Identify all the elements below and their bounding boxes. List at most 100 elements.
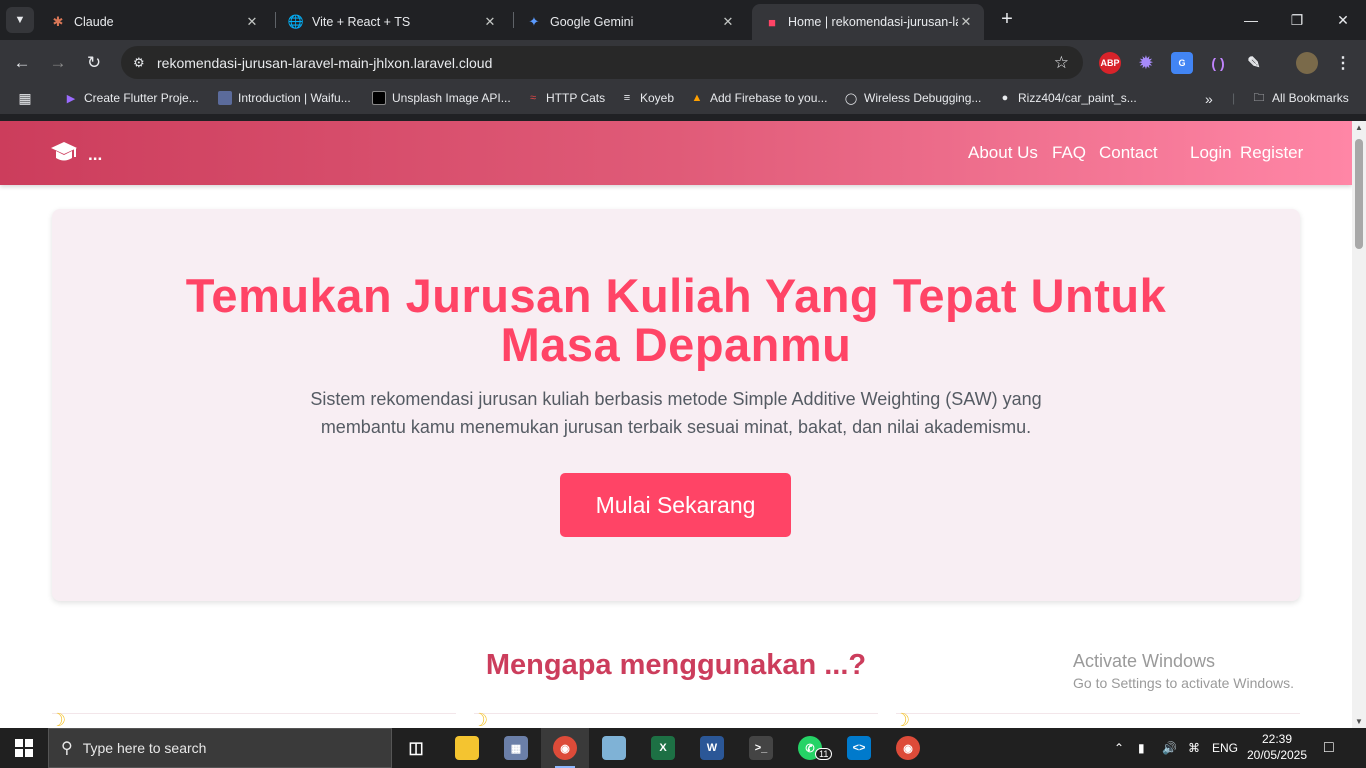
language-indicator[interactable]: ENG — [1212, 728, 1238, 768]
scroll-up-icon[interactable]: ▲ — [1355, 123, 1363, 132]
arrow-right-icon: → — [49, 53, 67, 72]
bookmark-item[interactable]: ▶ Create Flutter Proje... — [64, 91, 199, 105]
close-icon[interactable]: ✕ — [482, 14, 498, 30]
terminal-button[interactable]: >_ — [737, 728, 785, 768]
whatsapp-button[interactable]: ✆ 11 — [786, 728, 834, 768]
nav-about-us[interactable]: About Us — [968, 143, 1038, 163]
tray-overflow-icon[interactable]: ⌃ — [1114, 728, 1124, 768]
tab-home-active[interactable]: ■ Home | rekomendasi-jurusan-la ✕ — [752, 4, 984, 40]
bookmark-item[interactable]: ◯ Wireless Debugging... — [844, 91, 982, 105]
site-info-icon[interactable]: ⚙ — [133, 55, 153, 71]
restore-button[interactable]: ❐ — [1274, 6, 1320, 34]
battery-icon[interactable]: ▮ — [1138, 728, 1145, 768]
bracket-extension-icon[interactable]: ( ) — [1207, 52, 1229, 74]
bookmark-star-icon[interactable]: ☆ — [1054, 53, 1069, 73]
lightbulb-icon: ☽ — [894, 710, 911, 728]
koyeb-icon: ≡ — [623, 92, 631, 104]
notification-center-icon[interactable]: □ — [1324, 728, 1334, 768]
nav-register[interactable]: Register — [1240, 143, 1303, 163]
firebase-icon: ▲ — [691, 92, 703, 104]
close-icon[interactable]: ✕ — [244, 14, 260, 30]
windows-logo-icon — [15, 739, 33, 757]
new-tab-button[interactable]: + — [996, 8, 1018, 32]
adblock-icon[interactable]: ABP — [1099, 52, 1121, 74]
bookmark-item[interactable]: Unsplash Image API... — [372, 91, 511, 105]
page-scrollbar[interactable]: ▲ ▼ — [1352, 121, 1366, 728]
folder-icon — [455, 736, 479, 760]
excel-button[interactable]: X — [639, 728, 687, 768]
start-now-button[interactable]: Mulai Sekarang — [560, 473, 791, 537]
nav-contact[interactable]: Contact — [1099, 143, 1158, 163]
bookmark-item[interactable]: ● Rizz404/car_paint_s... — [998, 91, 1137, 105]
all-bookmarks-button[interactable]: 🗀 All Bookmarks — [1252, 91, 1349, 105]
lightbulb-icon: ☽ — [472, 710, 489, 728]
translate-icon[interactable]: G — [1171, 52, 1193, 74]
vscode-button[interactable]: <> — [835, 728, 883, 768]
address-bar[interactable]: ⚙ rekomendasi-jurusan-laravel-main-jhlxo… — [121, 46, 1083, 79]
tab-claude[interactable]: ✱ Claude ✕ — [38, 4, 270, 40]
apps-grid-icon[interactable]: ▦ — [18, 90, 38, 106]
hero-subtitle-line: membantu kamu menemukan jurusan terbaik … — [320, 417, 1032, 437]
forward-button[interactable]: → — [45, 50, 71, 76]
menu-dots-icon[interactable]: ⋮ — [1332, 52, 1354, 74]
bookmark-item[interactable]: ≈ HTTP Cats — [526, 91, 605, 105]
start-button[interactable] — [0, 728, 48, 768]
tab-gemini[interactable]: ✦ Google Gemini ✕ — [514, 4, 746, 40]
vscode-icon: <> — [847, 736, 871, 760]
feature-card: ☽ — [894, 710, 1300, 728]
chrome-taskbar-button[interactable]: ◉ — [541, 728, 589, 768]
bookmarks-overflow-icon[interactable]: » — [1205, 91, 1213, 107]
wifi-icon[interactable]: ⌘ — [1188, 728, 1200, 768]
bookmarks-bar: ▦ ▶ Create Flutter Proje... Introduction … — [0, 86, 1366, 114]
bookmark-label: Rizz404/car_paint_s... — [1018, 91, 1137, 105]
close-window-button[interactable]: ✕ — [1320, 6, 1366, 34]
reload-button[interactable]: ↻ — [81, 50, 107, 76]
file-explorer-button[interactable] — [443, 728, 491, 768]
tab-title: Google Gemini — [550, 15, 634, 29]
nav-faq[interactable]: FAQ — [1052, 143, 1086, 163]
bookmark-label: Introduction | Waifu... — [238, 91, 351, 105]
profile-avatar[interactable] — [1296, 52, 1318, 74]
gear-extension-icon[interactable]: ✹ — [1135, 52, 1157, 74]
system-clock[interactable]: 22:39 20/05/2025 — [1244, 731, 1310, 763]
adblock-label: ABP — [1100, 58, 1120, 68]
hero-title-line: Temukan Jurusan Kuliah Yang Tepat Untuk — [185, 269, 1167, 322]
unsplash-icon — [372, 91, 386, 105]
back-button[interactable]: ← — [9, 50, 35, 76]
nav-login[interactable]: Login — [1190, 143, 1232, 163]
url-text[interactable]: rekomendasi-jurusan-laravel-main-jhlxon.… — [157, 55, 492, 71]
taskbar-search-box[interactable]: ⚲ Type here to search — [48, 728, 392, 768]
tab-vite[interactable]: 🌐 Vite + React + TS ✕ — [276, 4, 508, 40]
word-button[interactable]: W — [688, 728, 736, 768]
extensions-puzzle-icon[interactable]: ✎ — [1243, 52, 1265, 74]
lightbulb-icon: ☽ — [50, 710, 67, 728]
bookmark-label: Create Flutter Proje... — [84, 91, 199, 105]
clock-time: 22:39 — [1261, 732, 1293, 746]
windows-taskbar: ⚲ Type here to search ◫ ▦ ◉ X W >_ ✆ 11 … — [0, 728, 1366, 768]
notification-badge: 11 — [815, 748, 833, 760]
bookmark-label: Add Firebase to you... — [710, 91, 828, 105]
notepad-icon — [602, 736, 626, 760]
graduation-cap-icon[interactable] — [50, 140, 78, 166]
calculator-icon: ▦ — [504, 736, 528, 760]
scrollbar-thumb[interactable] — [1355, 139, 1363, 249]
bookmark-label: Koyeb — [640, 91, 675, 105]
bookmark-item[interactable]: ≡ Koyeb — [620, 91, 674, 105]
github-icon: ● — [1001, 92, 1009, 104]
excel-icon: X — [651, 736, 675, 760]
close-icon[interactable]: ✕ — [720, 14, 736, 30]
notepad-button[interactable] — [590, 728, 638, 768]
bookmark-item[interactable]: ▲ Add Firebase to you... — [690, 91, 828, 105]
hero-subtitle: Sistem rekomendasi jurusan kuliah berbas… — [276, 385, 1076, 441]
bookmark-item[interactable]: Introduction | Waifu... — [218, 91, 351, 105]
watermark-subtitle: Go to Settings to activate Windows. — [1073, 675, 1294, 691]
brand-name[interactable]: ... — [88, 145, 102, 165]
volume-icon[interactable]: 🔊 — [1162, 728, 1177, 768]
task-view-button[interactable]: ◫ — [392, 728, 440, 768]
tab-search-button[interactable]: ▼ — [6, 7, 34, 33]
minimize-button[interactable]: — — [1228, 6, 1274, 34]
chrome-profile-button[interactable]: ◉ — [884, 728, 932, 768]
close-icon[interactable]: ✕ — [958, 14, 974, 30]
scroll-down-icon[interactable]: ▼ — [1355, 717, 1363, 726]
calculator-button[interactable]: ▦ — [492, 728, 540, 768]
